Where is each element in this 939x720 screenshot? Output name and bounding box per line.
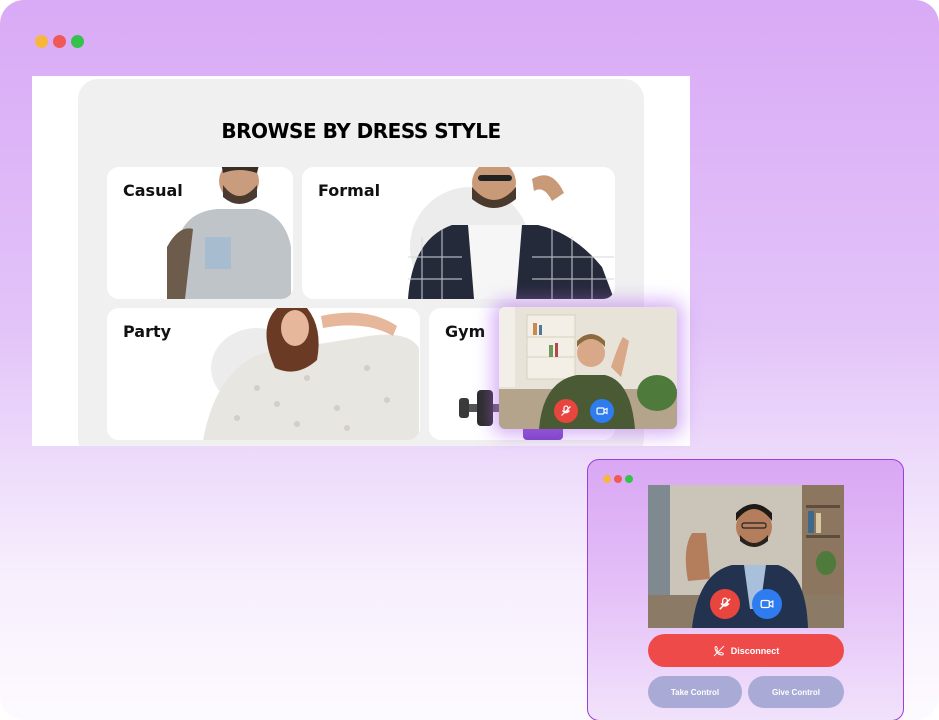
maximize-dot[interactable] [71,35,84,48]
camera-button[interactable] [590,399,614,423]
call-camera-button[interactable] [752,589,782,619]
take-control-label: Take Control [670,687,720,697]
disconnect-label: Disconnect [730,645,780,656]
call-mic-off-icon [719,597,731,610]
take-control-button[interactable]: Take Control [648,676,742,708]
minimize-dot[interactable] [35,35,48,48]
call-minimize-dot[interactable] [603,475,611,483]
window-controls [35,35,84,48]
section-title: BROWSE BY DRESS STYLE [221,119,501,143]
give-control-label: Give Control [771,687,820,697]
participant-video-frame [499,307,677,429]
category-label-party: Party [123,322,172,341]
call-close-dot[interactable] [614,475,622,483]
call-maximize-dot[interactable] [625,475,633,483]
give-control-button[interactable]: Give Control [748,676,844,708]
app-window: BROWSE BY DRESS STYLE Casual Formal Part… [0,0,939,720]
mic-off-icon [561,405,571,416]
remote-video-frame [648,485,844,628]
category-card-party[interactable]: Party [107,308,420,440]
category-card-casual[interactable]: Casual [107,167,293,299]
category-label-formal: Formal [318,181,381,200]
phone-off-icon [713,645,725,656]
close-dot[interactable] [53,35,66,48]
category-card-formal[interactable]: Formal [302,167,615,299]
call-mic-off-button[interactable] [710,589,740,619]
disconnect-button[interactable]: Disconnect [648,634,844,667]
video-camera-icon [596,407,608,415]
call-window-controls [603,475,633,483]
category-label-casual: Casual [123,181,183,200]
call-window: Disconnect Take Control Give Control [587,459,904,720]
remote-video [648,485,844,628]
participant-video-pip[interactable] [499,307,677,429]
mic-off-button[interactable] [554,399,578,423]
category-label-gym: Gym [445,322,486,341]
call-video-camera-icon [760,599,774,609]
